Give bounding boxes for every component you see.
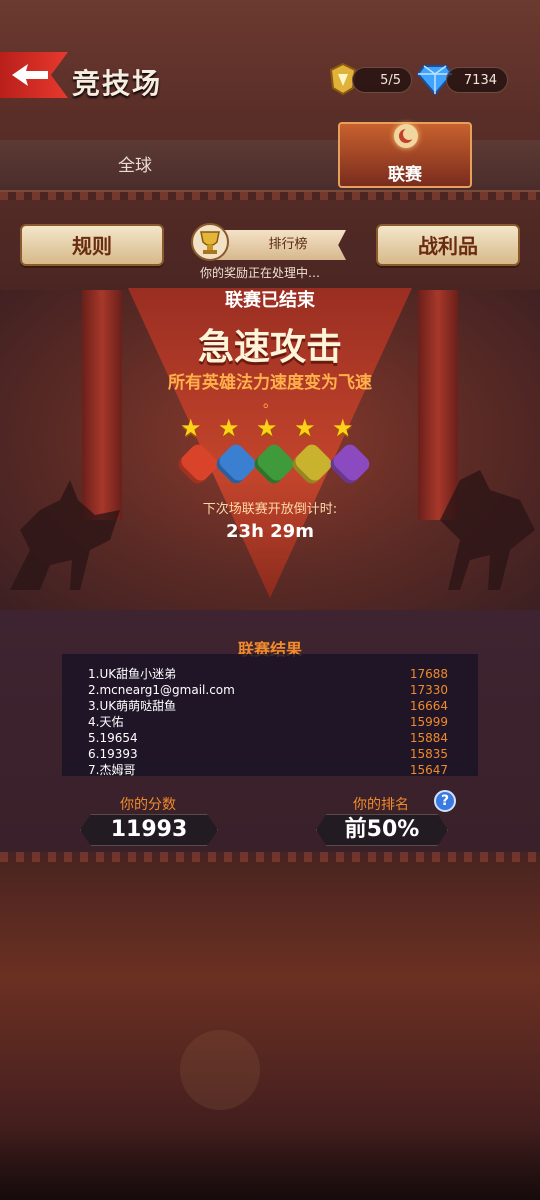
star-icon: ★ bbox=[218, 414, 240, 442]
result-player-score: 16664 bbox=[409, 699, 448, 713]
tab-global[interactable]: 全球 bbox=[60, 146, 210, 186]
divider-bottom bbox=[0, 852, 540, 862]
rewards-button[interactable]: 战利品 bbox=[376, 224, 520, 266]
result-player-name: 3.UK萌萌哒甜鱼 bbox=[88, 699, 177, 713]
league-status: 联赛已结束 bbox=[225, 290, 315, 311]
star-icon: ★ bbox=[256, 414, 278, 442]
element-icons bbox=[175, 441, 373, 487]
result-player-name: 5.19654 bbox=[88, 731, 138, 745]
result-row: 7.杰姆哥 15647 bbox=[88, 762, 448, 778]
decorative-orb bbox=[180, 1030, 260, 1110]
tab-league[interactable]: 联赛 bbox=[338, 155, 472, 195]
result-player-score: 15647 bbox=[409, 763, 448, 777]
result-player-score: 15835 bbox=[409, 747, 448, 761]
bottom-shade bbox=[0, 1130, 540, 1200]
result-row: 5.19654 15884 bbox=[88, 730, 448, 746]
result-row: 2.mcnearg1@gmail.com 17330 bbox=[88, 682, 448, 698]
star-icon: ★ bbox=[180, 414, 202, 442]
result-player-score: 17330 bbox=[409, 683, 448, 697]
gem-counter: 7134 bbox=[446, 67, 508, 93]
result-player-score: 15999 bbox=[409, 715, 448, 729]
your-score-label: 你的分数 bbox=[120, 797, 176, 813]
your-score-value: 11993 bbox=[80, 814, 218, 846]
result-row: 3.UK萌萌哒甜鱼 16664 bbox=[88, 698, 448, 714]
nature-element-icon bbox=[251, 441, 297, 487]
stamina-counter: 5/5 bbox=[352, 67, 412, 93]
result-player-score: 17688 bbox=[409, 667, 448, 681]
result-player-score: 15884 bbox=[409, 731, 448, 745]
reward-status-text: 你的奖励正在处理中… bbox=[200, 266, 321, 280]
help-icon[interactable]: ? bbox=[434, 790, 456, 812]
star-rating: ★ ★ ★ ★ ★ bbox=[180, 414, 360, 444]
warrior-silhouette-left bbox=[10, 480, 120, 590]
mode-description: 所有英雄法力速度变为飞速 bbox=[168, 373, 372, 393]
result-player-name: 6.19393 bbox=[88, 747, 138, 761]
back-arrow-icon bbox=[12, 64, 48, 86]
result-player-name: 7.杰姆哥 bbox=[88, 763, 136, 777]
result-row: 4.天佑 15999 bbox=[88, 714, 448, 730]
result-row: 6.19393 15835 bbox=[88, 746, 448, 762]
rules-button[interactable]: 规则 bbox=[20, 224, 164, 266]
result-player-name: 4.天佑 bbox=[88, 715, 124, 729]
archer-silhouette-right bbox=[440, 470, 535, 590]
mode-description-end: 。 bbox=[263, 395, 277, 411]
holy-element-icon bbox=[289, 441, 335, 487]
your-rank-label: 你的排名 bbox=[353, 797, 409, 813]
result-player-name: 1.UK甜鱼小迷弟 bbox=[88, 667, 177, 681]
trophy-icon bbox=[190, 222, 230, 262]
your-rank-value: 前50% bbox=[316, 814, 448, 846]
result-row: 1.UK甜鱼小迷弟 17688 bbox=[88, 666, 448, 682]
page-title: 竞技场 bbox=[72, 67, 163, 100]
leaderboard-button[interactable]: 排行榜 bbox=[216, 230, 346, 260]
star-icon: ★ bbox=[332, 414, 354, 442]
league-crescent-icon bbox=[394, 124, 418, 148]
fire-element-icon bbox=[175, 441, 221, 487]
mode-title: 急速攻击 bbox=[197, 327, 342, 368]
star-icon: ★ bbox=[294, 414, 316, 442]
ice-element-icon bbox=[213, 441, 259, 487]
result-player-name: 2.mcnearg1@gmail.com bbox=[88, 683, 235, 697]
dark-element-icon bbox=[327, 441, 373, 487]
